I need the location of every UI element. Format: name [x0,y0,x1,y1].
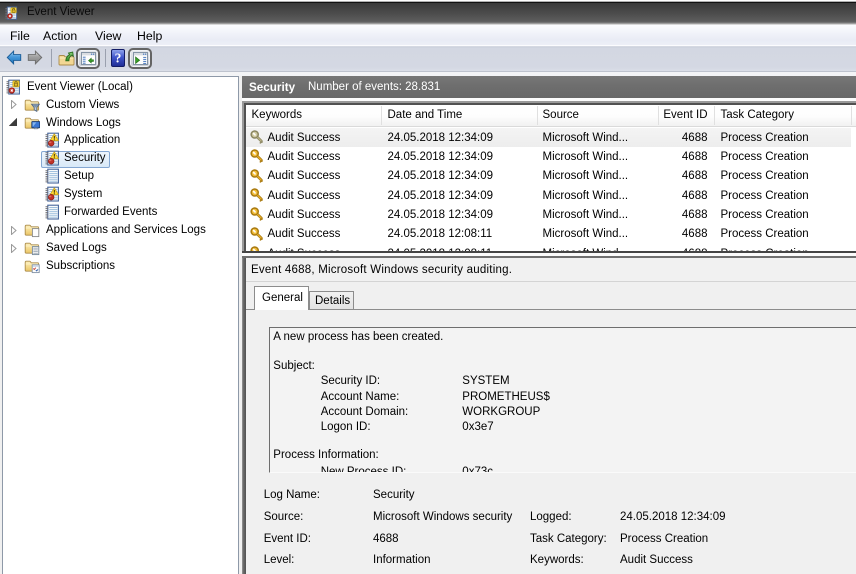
svg-text:?: ? [114,51,121,66]
